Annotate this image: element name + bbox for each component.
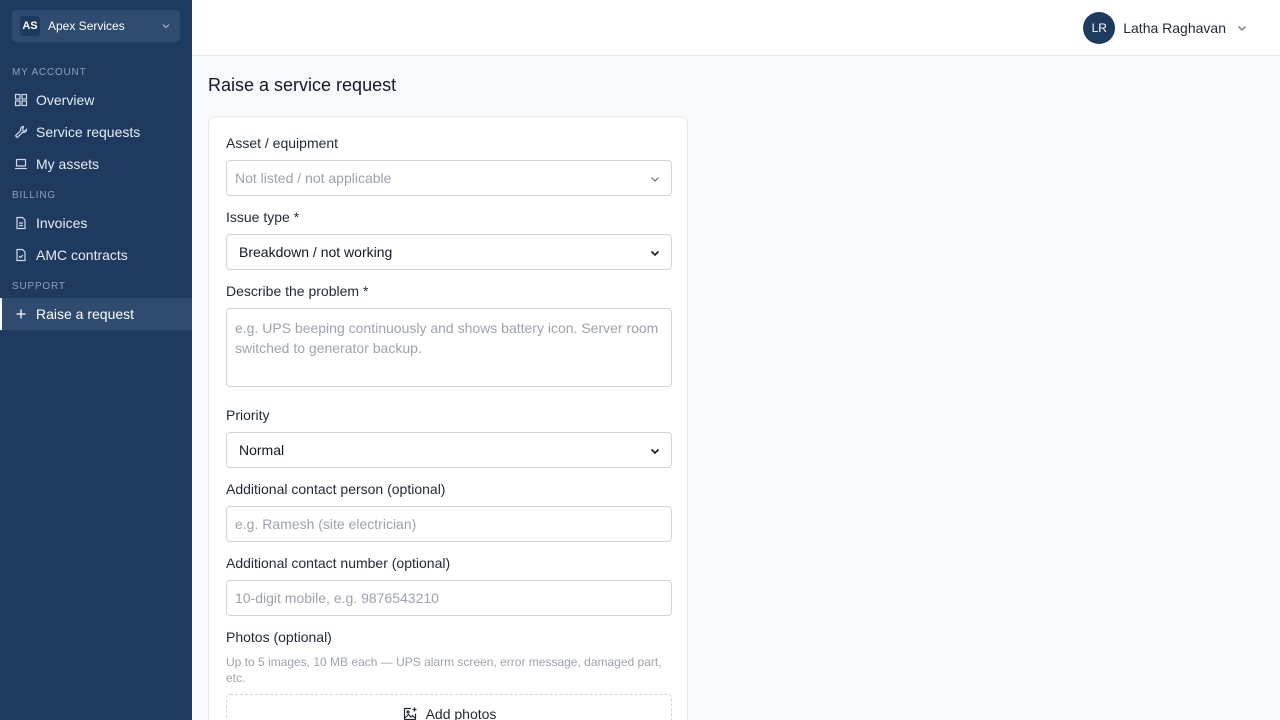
user-menu[interactable]: LR Latha Raghavan — [1083, 12, 1248, 44]
page-title: Raise a service request — [208, 75, 397, 95]
sidebar-item-label: Invoices — [36, 215, 88, 231]
issue-type-select[interactable]: Breakdown / not working — [226, 234, 672, 270]
asset-select[interactable]: Not listed / not applicable — [226, 160, 672, 196]
org-avatar: AS — [20, 16, 40, 36]
photos-label: Photos (optional) — [226, 629, 332, 645]
chevron-down-icon — [160, 20, 172, 32]
document-icon — [14, 216, 28, 230]
photos-hint: Up to 5 images, 10 MB each — UPS alarm s… — [226, 655, 662, 685]
chevron-down-icon — [649, 172, 661, 184]
sidebar-item-invoices[interactable]: Invoices — [0, 207, 192, 239]
sidebar-item-label: Overview — [36, 92, 95, 108]
sidebar-item-label: My assets — [36, 156, 100, 172]
priority-value: Normal — [239, 442, 285, 458]
sidebar-item-raise-request[interactable]: Raise a request — [0, 298, 192, 330]
asset-label: Asset / equipment — [226, 135, 339, 151]
image-plus-icon — [402, 706, 418, 720]
problem-textarea[interactable]: e.g. UPS beeping continuously and shows … — [226, 308, 672, 387]
priority-select[interactable]: Normal — [226, 432, 672, 468]
issue-type-label: Issue type * — [226, 209, 300, 225]
sidebar: AS Apex Services MY ACCOUNT Overview Ser… — [0, 0, 192, 720]
sidebar-item-service-requests[interactable]: Service requests — [0, 116, 192, 148]
org-name: Apex Services — [48, 19, 125, 33]
plus-icon — [14, 307, 28, 321]
sidebar-item-overview[interactable]: Overview — [0, 84, 192, 116]
add-photos-label: Add photos — [425, 706, 497, 720]
grid-icon — [14, 93, 28, 107]
laptop-icon — [14, 157, 28, 171]
request-form: Asset / equipment Not listed / not appli… — [208, 116, 688, 720]
chevron-down-icon — [649, 444, 661, 456]
section-label-support: SUPPORT — [12, 281, 66, 292]
sidebar-item-label: Service requests — [36, 124, 141, 140]
problem-placeholder: e.g. UPS beeping continuously and shows … — [235, 320, 659, 356]
avatar: LR — [1083, 12, 1116, 44]
chevron-down-icon — [649, 246, 661, 258]
issue-type-value: Breakdown / not working — [239, 244, 393, 260]
sidebar-item-label: Raise a request — [36, 306, 135, 322]
problem-label: Describe the problem * — [226, 283, 369, 299]
contact-person-label: Additional contact person (optional) — [226, 481, 446, 497]
section-label-my-account: MY ACCOUNT — [12, 67, 87, 78]
document-check-icon — [14, 248, 28, 262]
top-bar: LR Latha Raghavan — [192, 0, 1280, 56]
chevron-down-icon — [1236, 22, 1248, 34]
org-switcher[interactable]: AS Apex Services — [12, 10, 180, 42]
contact-person-placeholder: e.g. Ramesh (site electrician) — [235, 516, 417, 532]
contact-person-input[interactable]: e.g. Ramesh (site electrician) — [226, 506, 672, 542]
wrench-icon — [14, 125, 28, 139]
contact-number-input[interactable]: 10-digit mobile, e.g. 9876543210 — [226, 580, 672, 616]
contact-number-label: Additional contact number (optional) — [226, 555, 451, 571]
sidebar-item-label: AMC contracts — [36, 247, 128, 263]
contact-number-placeholder: 10-digit mobile, e.g. 9876543210 — [235, 590, 439, 606]
section-label-billing: BILLING — [12, 190, 56, 201]
add-photos-button[interactable]: Add photos — [226, 694, 672, 720]
asset-select-value: Not listed / not applicable — [235, 170, 392, 186]
user-name: Latha Raghavan — [1123, 20, 1226, 36]
sidebar-item-amc-contracts[interactable]: AMC contracts — [0, 239, 192, 271]
priority-label: Priority — [226, 407, 270, 423]
sidebar-item-my-assets[interactable]: My assets — [0, 148, 192, 180]
